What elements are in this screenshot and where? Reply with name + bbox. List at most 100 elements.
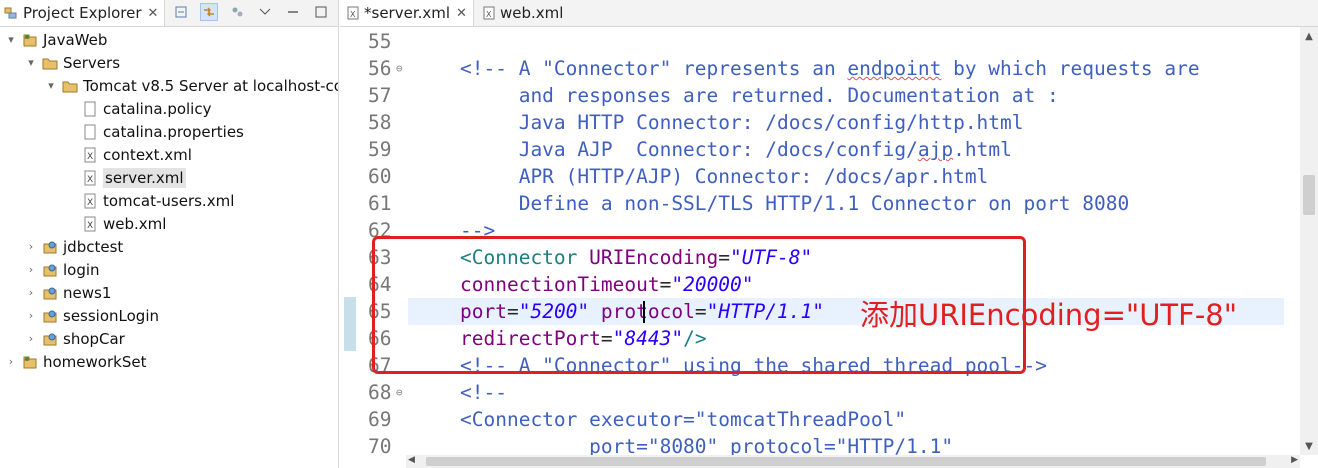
file-icon	[82, 124, 98, 140]
code-line[interactable]: 70 port="8080" protocol="HTTP/1.1"	[340, 433, 1284, 455]
code-token: <!--	[460, 381, 507, 404]
explorer-toolbar	[172, 3, 330, 21]
xml-file-icon: X	[82, 216, 98, 232]
web-project-icon	[42, 239, 58, 255]
tree-item[interactable]: Xserver.xml	[64, 166, 186, 189]
tree-item[interactable]: catalina.policy	[64, 97, 211, 120]
tree-item[interactable]: › shopCar	[24, 327, 125, 350]
code-line[interactable]: 56 ⊖ <!-- A "Connector" represents an endp…	[340, 55, 1284, 82]
folder-icon	[42, 55, 58, 71]
svg-text:X: X	[486, 10, 492, 19]
explorer-tabbar: Project Explorer ✕	[0, 0, 338, 27]
explorer-title: Project Explorer	[23, 4, 142, 22]
svg-text:X: X	[87, 198, 93, 208]
tree-item[interactable]: › homeworkSet	[4, 350, 147, 373]
folder-icon	[62, 78, 78, 94]
line-number: 61	[368, 192, 392, 215]
tree-item-label: server.xml	[103, 167, 186, 188]
link-with-editor-icon[interactable]	[200, 3, 218, 21]
tree-item[interactable]: Xcontext.xml	[64, 143, 192, 166]
code-token: Java AJP Connector: /docs/config/	[460, 138, 918, 161]
code-line[interactable]: 57 and responses are returned. Documenta…	[340, 82, 1284, 109]
collapse-all-icon[interactable]	[172, 3, 190, 21]
line-number: 55	[368, 30, 392, 53]
expanded-chevron-icon[interactable]: ▾	[44, 79, 58, 92]
tree-item-label: jdbctest	[63, 237, 124, 256]
code-line[interactable]: 55	[340, 28, 1284, 55]
tab-server-xml[interactable]: X *server.xml ✕	[340, 0, 474, 26]
horizontal-scrollbar[interactable]: ◀ ▶	[406, 455, 1300, 468]
code-line[interactable]: 60 APR (HTTP/AJP) Connector: /docs/apr.h…	[340, 163, 1284, 190]
minimize-icon[interactable]	[284, 3, 302, 21]
tree-item-label: web.xml	[103, 214, 167, 233]
fold-collapse-icon[interactable]: ⊖	[396, 55, 403, 82]
tree-item[interactable]: Xweb.xml	[64, 212, 166, 235]
tree-item[interactable]: ▾ Tomcat v8.5 Server at localhost-config	[44, 74, 338, 97]
tree-item[interactable]: › news1	[24, 281, 112, 304]
code-text: Java AJP Connector: /docs/config/ajp.htm…	[460, 136, 1012, 163]
code-line[interactable]: 59 Java AJP Connector: /docs/config/ajp.…	[340, 136, 1284, 163]
tree-item[interactable]: Xtomcat-users.xml	[64, 189, 234, 212]
vertical-scrollbar[interactable]: ▲ ▼	[1300, 27, 1318, 455]
collapsed-chevron-icon[interactable]: ›	[4, 355, 18, 368]
code-line[interactable]: 58 Java HTTP Connector: /docs/config/htt…	[340, 109, 1284, 136]
tree-item-label: catalina.policy	[103, 99, 212, 118]
tree-item[interactable]: › sessionLogin	[24, 304, 159, 327]
file-icon	[82, 101, 98, 117]
tab-project-explorer[interactable]: Project Explorer ✕	[0, 0, 166, 26]
code-line[interactable]: 61 Define a non-SSL/TLS HTTP/1.1 Connect…	[340, 190, 1284, 217]
svg-text:X: X	[350, 10, 356, 19]
expanded-chevron-icon[interactable]: ▾	[24, 56, 38, 69]
code-token: by which requests are	[941, 57, 1200, 80]
scroll-right-icon[interactable]: ▶	[1291, 455, 1298, 465]
fold-collapse-icon[interactable]: ⊖	[396, 379, 403, 406]
svg-text:X: X	[87, 152, 93, 162]
tree-item[interactable]: ▾ Servers	[24, 51, 120, 74]
xml-file-icon: X	[82, 193, 98, 209]
collapsed-chevron-icon[interactable]: ›	[24, 240, 38, 253]
line-number: 70	[368, 435, 392, 455]
xml-file-icon: X	[347, 6, 359, 20]
tab-web-xml[interactable]: X web.xml	[476, 0, 569, 26]
tree-item-label: catalina.properties	[103, 122, 244, 141]
filter-icon[interactable]	[228, 3, 246, 21]
code-line[interactable]: 69 <Connector executor="tomcatThreadPool"	[340, 406, 1284, 433]
hscroll-thumb[interactable]	[426, 457, 1266, 466]
code-token: Define a non-SSL/TLS HTTP/1.1 Connector …	[460, 192, 1130, 215]
line-number: 59	[368, 138, 392, 161]
maximize-icon[interactable]	[312, 3, 330, 21]
expanded-chevron-icon[interactable]: ▾	[4, 33, 18, 46]
close-icon[interactable]: ✕	[456, 6, 467, 21]
scroll-thumb[interactable]	[1303, 175, 1315, 215]
tree-item[interactable]: › jdbctest	[24, 235, 123, 258]
xml-file-icon: X	[82, 147, 98, 163]
view-menu-icon[interactable]	[256, 3, 274, 21]
tree-item[interactable]: › login	[24, 258, 100, 281]
collapsed-chevron-icon[interactable]: ›	[24, 286, 38, 299]
close-icon[interactable]: ✕	[148, 6, 159, 21]
code-token: APR (HTTP/AJP) Connector: /docs/apr.html	[460, 165, 989, 188]
code-token: Java HTTP Connector: /docs/config/http.h…	[460, 111, 1024, 134]
line-number: 57	[368, 84, 392, 107]
tree-item-label: Tomcat v8.5 Server at localhost-config	[83, 76, 338, 95]
tree-item-label: login	[63, 260, 100, 279]
svg-text:X: X	[87, 221, 93, 231]
line-number: 60	[368, 165, 392, 188]
code-token: <!-- A "Connector" represents an	[460, 57, 848, 80]
code-line[interactable]: 68 ⊖ <!--	[340, 379, 1284, 406]
web-project-icon	[42, 308, 58, 324]
project-explorer-icon	[4, 7, 17, 19]
scroll-down-icon[interactable]: ▼	[1300, 437, 1318, 455]
collapsed-chevron-icon[interactable]: ›	[24, 263, 38, 276]
tree-item-label: context.xml	[103, 145, 192, 164]
code-text: Java HTTP Connector: /docs/config/http.h…	[460, 109, 1024, 136]
web-project-icon	[42, 262, 58, 278]
tree-item-label: sessionLogin	[63, 306, 159, 325]
tree-item[interactable]: catalina.properties	[64, 120, 244, 143]
annotation-text: 添加URIEncoding="UTF-8"	[860, 298, 1238, 332]
collapsed-chevron-icon[interactable]: ›	[24, 332, 38, 345]
scroll-up-icon[interactable]: ▲	[1300, 27, 1318, 45]
scroll-left-icon[interactable]: ◀	[408, 455, 415, 465]
tree-item[interactable]: ▾ JavaWeb	[4, 28, 107, 51]
collapsed-chevron-icon[interactable]: ›	[24, 309, 38, 322]
